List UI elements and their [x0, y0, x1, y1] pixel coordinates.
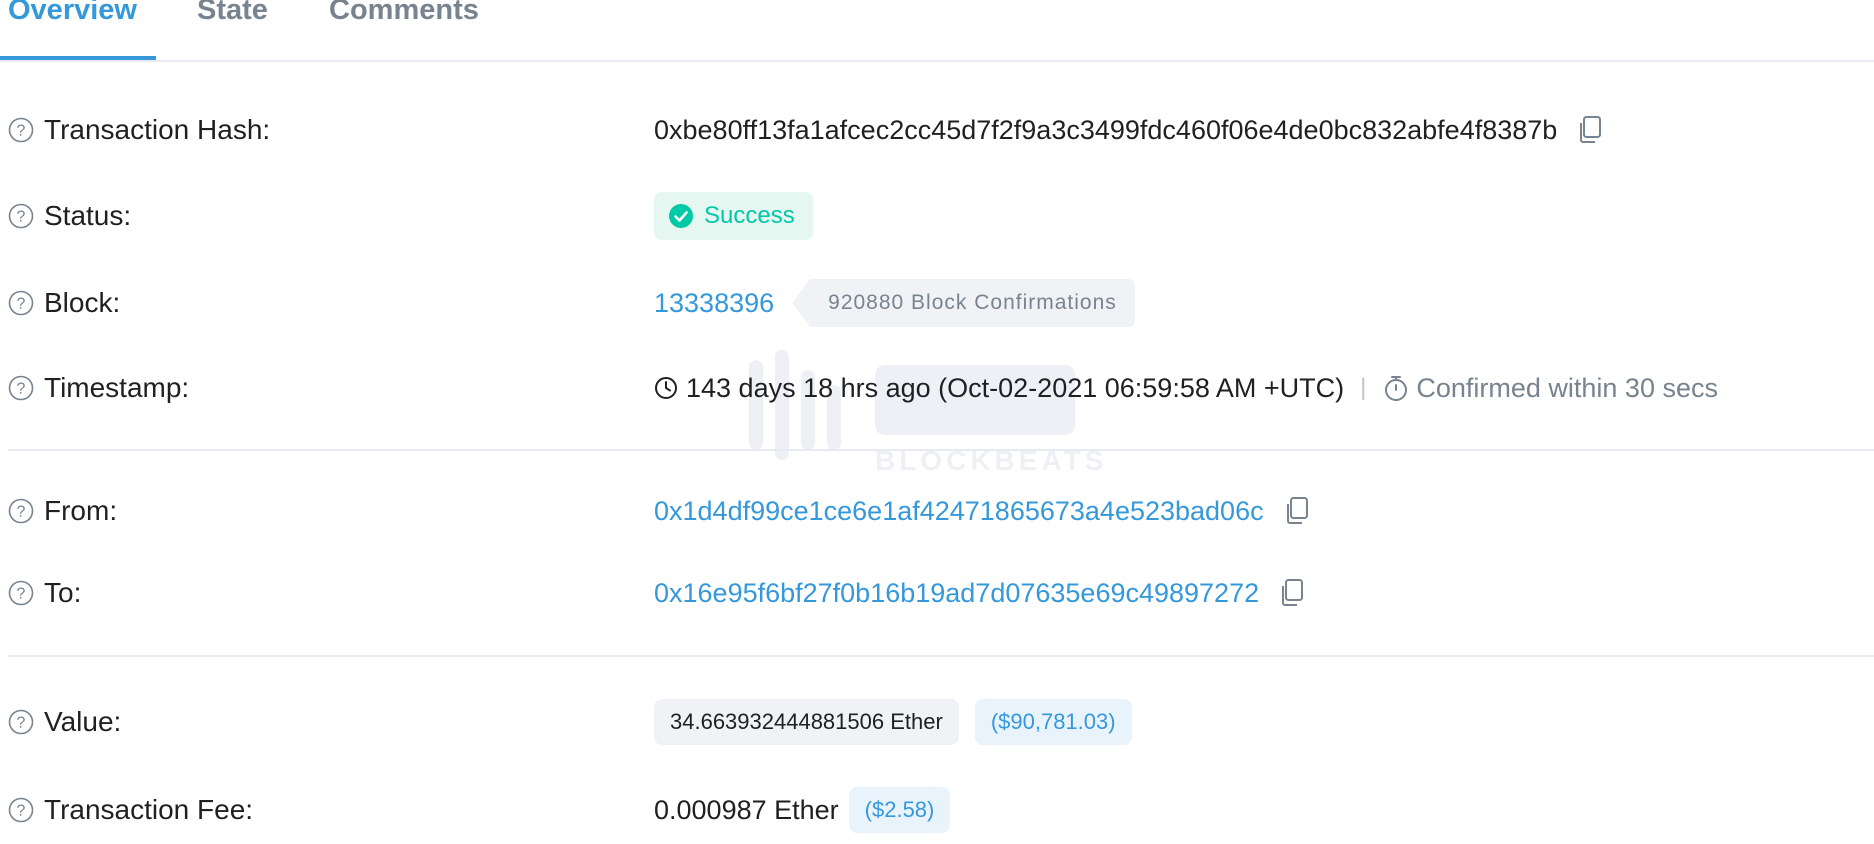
- value-ether-pill: 34.663932444881506 Ether: [654, 699, 959, 745]
- help-icon[interactable]: ?: [8, 117, 34, 143]
- block-confirmations-tag: 920880 Block Confirmations: [792, 279, 1135, 327]
- transaction-fee-label: Transaction Fee:: [44, 794, 254, 825]
- help-icon[interactable]: ?: [8, 580, 34, 606]
- svg-text:?: ?: [17, 123, 26, 140]
- row-value: ? Value: 34.663932444881506 Ether ($90,7…: [0, 697, 1874, 747]
- active-tab-indicator: [0, 56, 156, 60]
- tab-bar: Overview State Comments: [0, 0, 1874, 62]
- svg-text:?: ?: [17, 586, 26, 603]
- svg-text:?: ?: [17, 715, 26, 732]
- block-label: Block:: [44, 287, 121, 318]
- svg-text:?: ?: [17, 803, 26, 820]
- block-number-link[interactable]: 13338396: [654, 288, 774, 319]
- timestamp-label: Timestamp:: [44, 372, 190, 403]
- tab-comments[interactable]: Comments: [329, 0, 479, 27]
- to-label: To:: [44, 577, 82, 608]
- svg-text:?: ?: [17, 381, 26, 398]
- help-icon[interactable]: ?: [8, 290, 34, 316]
- status-text: Success: [704, 202, 795, 229]
- confirmed-within-text: Confirmed within 30 secs: [1416, 372, 1718, 403]
- help-icon[interactable]: ?: [8, 709, 34, 735]
- section-divider: [8, 655, 1874, 657]
- status-badge: Success: [654, 192, 813, 240]
- timestamp-value: 143 days 18 hrs ago (Oct-02-2021 06:59:5…: [686, 372, 1345, 403]
- from-address-link[interactable]: 0x1d4df99ce1ce6e1af42471865673a4e523bad0…: [654, 496, 1264, 527]
- help-icon[interactable]: ?: [8, 498, 34, 524]
- row-transaction-hash: ? Transaction Hash: 0xbe80ff13fa1afcec2c…: [0, 105, 1874, 155]
- value-usd-pill: ($90,781.03): [974, 699, 1132, 745]
- tab-overview[interactable]: Overview: [8, 0, 137, 27]
- svg-text:?: ?: [17, 504, 26, 521]
- copy-icon[interactable]: [1284, 496, 1310, 526]
- stopwatch-icon: [1382, 374, 1410, 402]
- section-divider: [8, 449, 1874, 451]
- check-circle-icon: [668, 203, 694, 229]
- to-address-link[interactable]: 0x16e95f6bf27f0b16b19ad7d07635e69c498972…: [654, 578, 1259, 609]
- row-from: ? From: 0x1d4df99ce1ce6e1af42471865673a4…: [0, 486, 1874, 536]
- row-transaction-fee: ? Transaction Fee: 0.000987 Ether ($2.58…: [0, 785, 1874, 835]
- status-label: Status:: [44, 200, 132, 231]
- copy-icon[interactable]: [1279, 578, 1305, 608]
- row-timestamp: ? Timestamp: 143 days 18 hrs ago (Oct-02…: [0, 363, 1874, 413]
- tab-state[interactable]: State: [197, 0, 268, 27]
- row-to: ? To: 0x16e95f6bf27f0b16b19ad7d07635e69c…: [0, 568, 1874, 618]
- help-icon[interactable]: ?: [8, 203, 34, 229]
- svg-text:?: ?: [17, 296, 26, 313]
- svg-text:?: ?: [17, 209, 26, 226]
- clock-icon: [654, 376, 678, 400]
- fee-usd-pill: ($2.58): [848, 787, 951, 833]
- transaction-hash-label: Transaction Hash:: [44, 114, 271, 145]
- separator: |: [1360, 374, 1367, 401]
- copy-icon[interactable]: [1577, 115, 1603, 145]
- transaction-details-page: Overview State Comments BLOCKBEATS ? Tra…: [0, 0, 1874, 844]
- transaction-hash-value: 0xbe80ff13fa1afcec2cc45d7f2f9a3c3499fdc4…: [654, 114, 1558, 145]
- from-label: From:: [44, 495, 118, 526]
- row-block: ? Block: 13338396 920880 Block Confirmat…: [0, 278, 1874, 328]
- help-icon[interactable]: ?: [8, 797, 34, 823]
- value-label: Value:: [44, 706, 122, 737]
- help-icon[interactable]: ?: [8, 375, 34, 401]
- fee-ether-value: 0.000987 Ether: [654, 794, 839, 825]
- row-status: ? Status: Success: [0, 191, 1874, 241]
